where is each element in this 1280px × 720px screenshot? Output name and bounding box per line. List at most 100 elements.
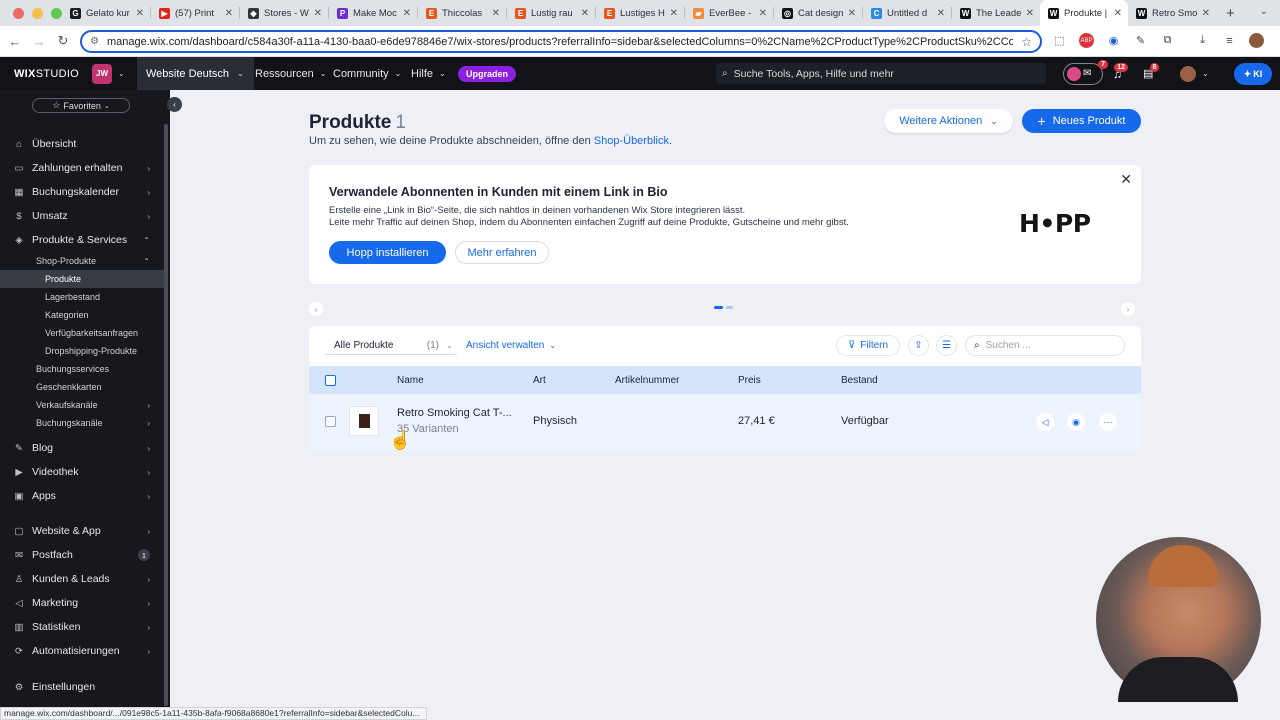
table-search-input[interactable]: ⌕ Suchen ... [965,335,1125,356]
sidebar-item-buchungskalender[interactable]: ▦ Buchungskalender › [0,182,162,202]
site-selector[interactable]: Website Deutsch ⌄ [137,57,254,90]
minimize-window-button[interactable] [32,7,43,19]
close-icon[interactable]: ✕ [1120,171,1132,188]
browser-tab[interactable]: G Gelato kur ✕ [62,0,150,26]
browser-tab[interactable]: W Retro Smo ✕ [1128,0,1216,26]
close-tab-icon[interactable]: ✕ [492,8,500,19]
close-tab-icon[interactable]: ✕ [581,8,589,19]
inbox-button[interactable]: ▤ 8 [1143,57,1160,90]
browser-tab[interactable]: P Make Moc ✕ [329,0,417,26]
sidebar-item-kategorien[interactable]: Kategorien [0,306,162,324]
close-tab-icon[interactable]: ✕ [670,8,678,19]
sidebar-item-shop-produkte[interactable]: Shop-Produkte ⌃ [0,252,162,270]
browser-tab[interactable]: E Lustiges H ✕ [596,0,684,26]
sidebar-item-postfach[interactable]: ✉ Postfach 1 [0,545,162,565]
notifications-button[interactable]: ♫ 12 [1113,57,1128,90]
browser-tab[interactable]: ▰ EverBee - ✕ [685,0,773,26]
profile-avatar[interactable] [1249,33,1264,48]
url-field[interactable]: ⚙ manage.wix.com/dashboard/c584a30f-a11a… [80,30,1042,53]
product-name[interactable]: Retro Smoking Cat T-... [397,407,512,419]
extension-icon[interactable]: ◉ [1106,33,1121,48]
maximize-window-button[interactable] [51,7,62,19]
sidebar-item-verfuegbarkeit[interactable]: Verfügbarkeitsanfragen [0,324,162,342]
close-tab-icon[interactable]: ✕ [848,8,856,19]
column-header-sku[interactable]: Artikelnummer [615,375,679,386]
workspace-avatar[interactable]: JW [92,63,112,84]
sidebar-item-verkaufskanaele[interactable]: Verkaufskanäle › [0,396,162,414]
sidebar-item-kunden[interactable]: ♙ Kunden & Leads › [0,569,162,589]
browser-tab[interactable]: E Thiccolas ✕ [418,0,506,26]
collaborators[interactable]: ✉ 7 [1063,57,1108,90]
close-tab-icon[interactable]: ✕ [314,8,322,19]
chat-toggle[interactable]: ✉ 7 [1063,59,1108,85]
screenshot-extension-icon[interactable]: ⬚ [1052,33,1067,48]
ai-assistant-button[interactable]: ✦ KI [1234,63,1272,85]
column-header-stock[interactable]: Bestand [841,375,878,386]
site-info-icon[interactable]: ⚙ [90,36,99,47]
column-header-name[interactable]: Name [397,375,424,386]
close-window-button[interactable] [13,7,24,19]
sidebar-item-uebersicht[interactable]: ⌂ Übersicht [0,134,162,154]
shop-overview-link[interactable]: Shop-Überblick [594,135,669,147]
product-thumbnail[interactable] [349,406,379,436]
sidebar-item-lagerbestand[interactable]: Lagerbestand [0,288,162,306]
favorites-button[interactable]: ☆ Favoriten ⌄ [32,98,130,113]
sidebar-item-apps[interactable]: ▣ Apps › [0,486,162,506]
collapse-sidebar-button[interactable]: ‹ [167,97,182,112]
sidebar-item-produkte[interactable]: Produkte [0,270,164,288]
sidebar-item-produkte-services[interactable]: ◈ Produkte & Services ⌃ [0,230,162,250]
row-checkbox[interactable] [325,416,336,427]
export-button[interactable]: ⇪ [908,335,929,356]
manage-view-button[interactable]: Ansicht verwalten ⌄ [466,340,556,351]
carousel-dot[interactable] [726,306,733,309]
browser-tab[interactable]: C Untitled d ✕ [863,0,951,26]
download-icon[interactable]: ⤓ [1195,33,1210,48]
carousel-dot-active[interactable] [714,306,723,309]
sidebar-scrollbar[interactable] [164,124,168,706]
pen-extension-icon[interactable]: ✎ [1133,33,1148,48]
back-icon[interactable]: ← [3,34,27,49]
global-search-input[interactable]: ⌕ Suche Tools, Apps, Hilfe und mehr [716,63,1046,84]
sidebar-item-umsatz[interactable]: $ Umsatz › [0,206,162,226]
close-tab-icon[interactable]: ✕ [1114,8,1122,19]
sidebar-item-dropshipping[interactable]: Dropshipping-Produkte [0,342,162,360]
sidebar-item-marketing[interactable]: ◁ Marketing › [0,593,162,613]
sidebar-item-videothek[interactable]: ▶ Videothek › [0,462,162,482]
wix-studio-logo[interactable]: WIXSTUDIO [14,68,92,80]
close-tab-icon[interactable]: ✕ [403,8,411,19]
chevron-down-icon[interactable]: ⌄ [118,69,125,78]
filter-button[interactable]: ⊽ Filtern [836,335,900,356]
new-tab-button[interactable]: + [1226,5,1235,22]
close-tab-icon[interactable]: ✕ [1026,8,1034,19]
promote-icon[interactable]: ◁ [1036,413,1054,431]
more-actions-icon[interactable]: ⋯ [1099,413,1117,431]
sidebar-item-statistiken[interactable]: ▥ Statistiken › [0,617,162,637]
reload-icon[interactable]: ↻ [51,33,75,49]
more-actions-button[interactable]: Weitere Aktionen ⌄ [884,109,1013,133]
sidebar-item-geschenkkarten[interactable]: Geschenkkarten [0,378,162,396]
sidebar-item-automatisierungen[interactable]: ⟳ Automatisierungen › [0,641,162,661]
menu-community[interactable]: Community ⌄ [333,57,401,90]
column-header-type[interactable]: Art [533,375,546,386]
extensions-puzzle-icon[interactable]: ⧉ [1160,33,1175,48]
menu-hilfe[interactable]: Hilfe ⌄ [411,57,446,90]
tab-list-icon[interactable]: ≡ [1222,33,1237,48]
product-filter-dropdown[interactable]: Alle Produkte (1) ⌄ [325,336,457,355]
sidebar-item-einstellungen[interactable]: ⚙ Einstellungen [0,677,162,697]
browser-menu-icon[interactable]: ⋮ [1276,33,1280,48]
sidebar-item-blog[interactable]: ✎ Blog › [0,438,162,458]
menu-ressourcen[interactable]: Ressourcen ⌄ [255,57,326,90]
browser-tab[interactable]: ◆ Stores - W ✕ [240,0,328,26]
tab-search-icon[interactable]: ⌄ [1260,6,1268,17]
learn-more-button[interactable]: Mehr erfahren [455,241,549,264]
sidebar-item-zahlungen[interactable]: ▭ Zahlungen erhalten › [0,158,162,178]
bookmark-star-icon[interactable]: ☆ [1021,35,1032,49]
table-row[interactable]: Retro Smoking Cat T-... 35 Varianten Phy… [309,394,1141,450]
user-avatar[interactable]: ⌄ [1180,57,1209,90]
browser-tab[interactable]: W The Leade ✕ [952,0,1040,26]
close-tab-icon[interactable]: ✕ [225,8,233,19]
browser-tab[interactable]: E Lustig rau ✕ [507,0,595,26]
browser-tab[interactable]: ◎ Cat design ✕ [774,0,862,26]
browser-tab[interactable]: ▶ (57) Print ✕ [151,0,239,26]
close-tab-icon[interactable]: ✕ [136,8,144,19]
